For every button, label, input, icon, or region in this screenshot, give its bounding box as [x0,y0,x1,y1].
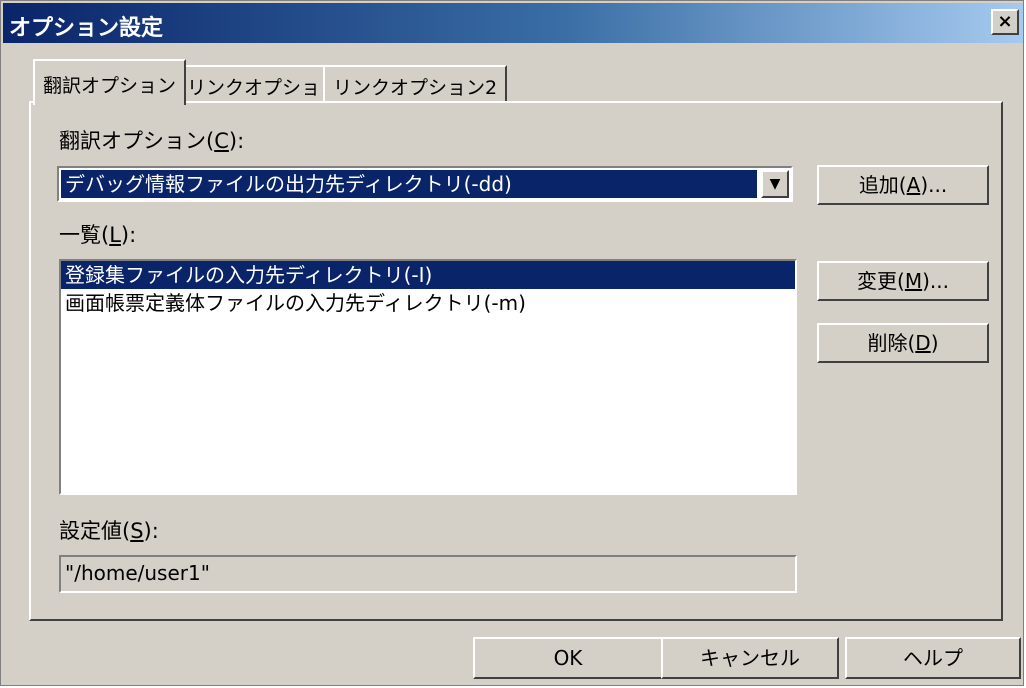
title-bar[interactable]: オプション設定 × [3,3,1023,43]
add-button[interactable]: 追加(A)... [817,165,989,205]
tab-label: リンクオプション2 [333,77,498,99]
translate-option-selected-value: デバッグ情報ファイルの出力先ディレクトリ(-dd) [61,170,757,198]
tab-link-options-2[interactable]: リンクオプション2 [323,65,508,103]
list-label: 一覧(L): [59,223,137,247]
tab-translate-options[interactable]: 翻訳オプション [33,59,187,105]
setting-value-field: "/home/user1" [59,555,797,593]
setting-value-label: 設定値(S): [59,519,159,543]
translate-option-select[interactable]: デバッグ情報ファイルの出力先ディレクトリ(-dd) ▼ [57,166,793,202]
close-button[interactable]: × [991,9,1019,35]
dropdown-button[interactable]: ▼ [761,170,789,198]
window-title: オプション設定 [9,16,164,41]
list-item[interactable]: 画面帳票定義体ファイルの入力先ディレクトリ(-m) [61,289,795,317]
tab-label: 翻訳オプション [43,75,177,97]
cancel-button[interactable]: キャンセル [661,637,839,679]
option-list[interactable]: 登録集ファイルの入力先ディレクトリ(-I) 画面帳票定義体ファイルの入力先ディレ… [59,259,797,495]
translate-option-label: 翻訳オプション(C): [59,129,245,153]
delete-button[interactable]: 削除(D) [817,323,989,363]
options-dialog: オプション設定 × 翻訳オプション リンクオプション1 リンクオプション2 翻訳… [0,0,1024,686]
close-icon: × [997,11,1013,32]
ok-button[interactable]: OK [473,637,663,679]
change-button[interactable]: 変更(M)... [817,261,989,301]
list-item[interactable]: 登録集ファイルの入力先ディレクトリ(-I) [61,261,795,289]
chevron-down-icon: ▼ [769,176,781,192]
help-button[interactable]: ヘルプ [845,637,1021,679]
